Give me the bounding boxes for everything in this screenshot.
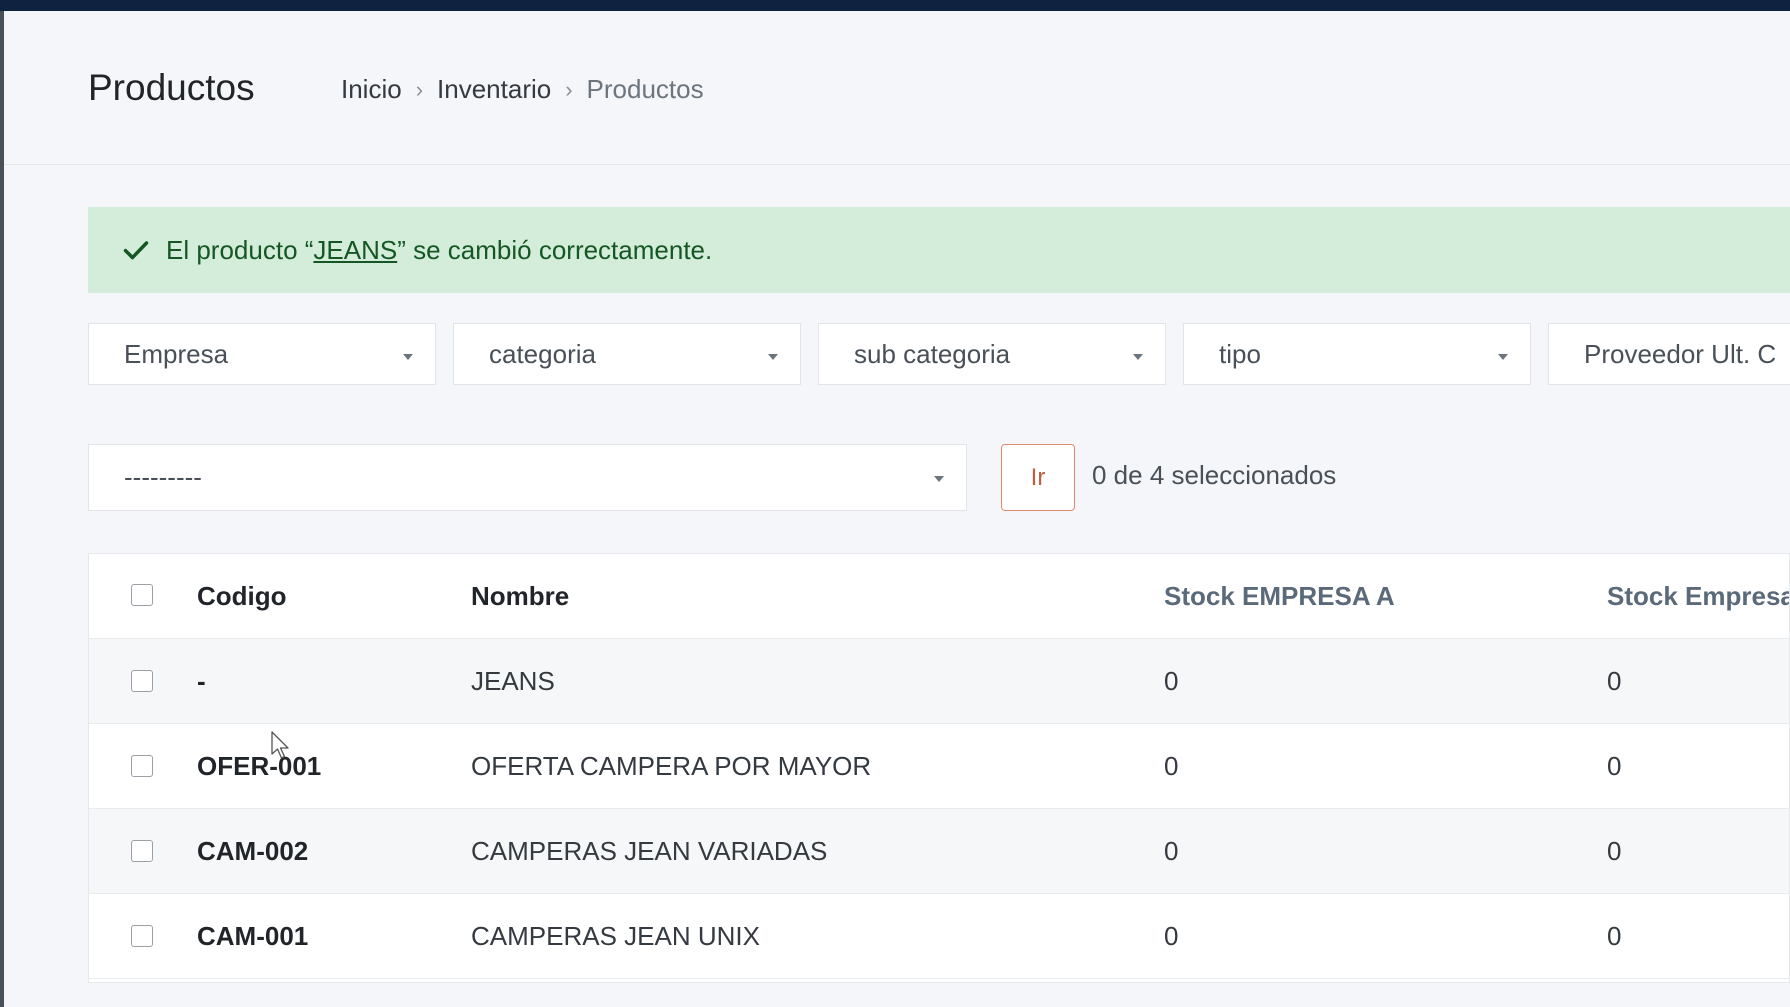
table-header-row: Codigo Nombre Stock EMPRESA A Stock Empr… <box>89 554 1789 639</box>
breadcrumb-separator-icon: › <box>565 76 573 102</box>
breadcrumb-productos: Productos <box>586 74 704 104</box>
stock-empresa: 0 <box>1607 751 1622 781</box>
product-code[interactable]: CAM-001 <box>197 894 308 979</box>
go-button[interactable]: Ir <box>1001 444 1075 511</box>
stock-empresa: 0 <box>1607 921 1622 951</box>
mouse-pointer-icon <box>271 731 289 759</box>
filter-empresa-label: Empresa <box>124 338 229 369</box>
column-header-stock-empresa[interactable]: Stock Empresa <box>1607 554 1789 639</box>
bulk-action-value: --------- <box>124 462 202 492</box>
row-checkbox[interactable] <box>131 925 153 947</box>
caret-down-icon <box>1133 354 1143 360</box>
alert-suffix: ” se cambió correctamente. <box>397 234 713 265</box>
filter-categoria-label: categoria <box>489 338 596 369</box>
product-code[interactable]: OFER-001 <box>197 724 321 809</box>
stock-empresa-a: 0 <box>1164 666 1179 696</box>
caret-down-icon <box>934 476 944 482</box>
stock-empresa-a: 0 <box>1164 751 1179 781</box>
row-checkbox[interactable] <box>131 840 153 862</box>
stock-empresa: 0 <box>1607 836 1622 866</box>
stock-empresa-a: 0 <box>1164 836 1179 866</box>
caret-down-icon <box>1498 354 1508 360</box>
breadcrumb-inventario[interactable]: Inventario <box>437 74 551 105</box>
table-row: CAM-001 CAMPERAS JEAN UNIX 0 0 <box>89 894 1789 979</box>
alert-message: El producto “JEANS” se cambió correctame… <box>166 235 712 266</box>
filter-categoria[interactable]: categoria <box>453 323 801 385</box>
product-name: OFERTA CAMPERA POR MAYOR <box>471 751 872 781</box>
table-row: - JEANS 0 0 <box>89 639 1789 724</box>
breadcrumb-inicio[interactable]: Inicio <box>341 74 402 105</box>
select-all-checkbox[interactable] <box>131 584 153 606</box>
alert-prefix: El producto “ <box>166 234 314 265</box>
breadcrumb: Inicio › Inventario › Productos <box>341 74 704 105</box>
product-code[interactable]: CAM-002 <box>197 809 308 894</box>
table-row: OFER-001 OFERTA CAMPERA POR MAYOR 0 0 <box>89 724 1789 809</box>
filter-sub-categoria-label: sub categoria <box>854 338 1011 369</box>
stock-empresa-a: 0 <box>1164 921 1179 951</box>
alert-product-link[interactable]: JEANS <box>313 235 397 265</box>
filter-tipo[interactable]: tipo <box>1183 323 1531 385</box>
filter-proveedor[interactable]: Proveedor Ult. C <box>1548 323 1790 385</box>
product-name: CAMPERAS JEAN VARIADAS <box>471 836 828 866</box>
table-row: CAM-002 CAMPERAS JEAN VARIADAS 0 0 <box>89 809 1789 894</box>
caret-down-icon <box>403 354 413 360</box>
check-icon <box>123 241 149 260</box>
row-checkbox[interactable] <box>131 670 153 692</box>
column-header-codigo[interactable]: Codigo <box>197 554 287 639</box>
bulk-action-select[interactable]: --------- <box>88 444 967 511</box>
caret-down-icon <box>768 354 778 360</box>
row-checkbox[interactable] <box>131 755 153 777</box>
filter-proveedor-label: Proveedor Ult. C <box>1584 338 1777 369</box>
column-header-stock-empresa-a[interactable]: Stock EMPRESA A <box>1164 554 1395 639</box>
success-alert: El producto “JEANS” se cambió correctame… <box>88 207 1790 293</box>
page-title: Productos <box>88 67 255 108</box>
column-header-nombre[interactable]: Nombre <box>471 554 569 639</box>
breadcrumb-separator-icon: › <box>415 76 424 102</box>
page-header: Productos Inicio › Inventario › Producto… <box>4 11 1790 165</box>
filter-sub-categoria[interactable]: sub categoria <box>818 323 1166 385</box>
products-table: Codigo Nombre Stock EMPRESA A Stock Empr… <box>88 553 1790 983</box>
product-name: CAMPERAS JEAN UNIX <box>471 921 760 951</box>
top-bar <box>0 0 1790 11</box>
filter-empresa[interactable]: Empresa <box>88 323 436 385</box>
filter-tipo-label: tipo <box>1219 338 1261 369</box>
product-name: JEANS <box>471 666 555 696</box>
product-code[interactable]: - <box>197 639 206 724</box>
selected-count: 0 de 4 seleccionados <box>1092 460 1337 490</box>
stock-empresa: 0 <box>1607 666 1622 696</box>
